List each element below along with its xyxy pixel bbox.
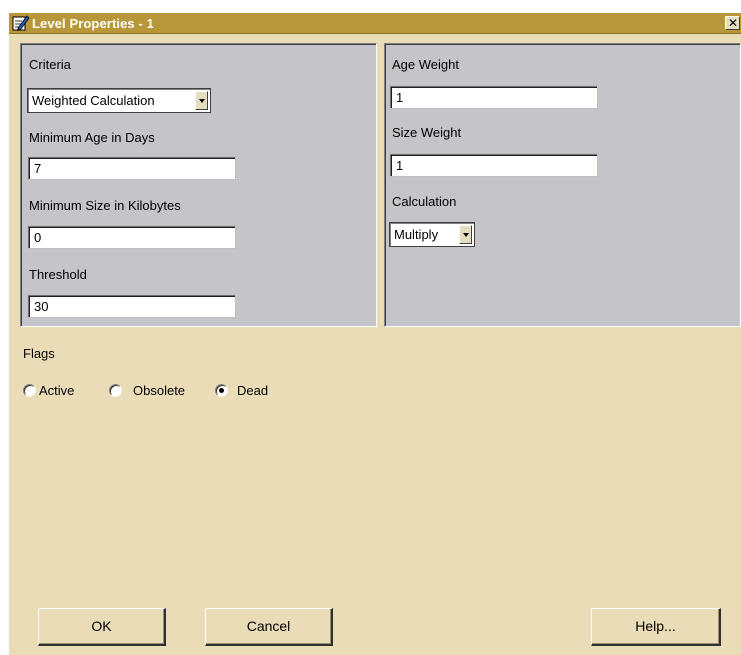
threshold-field[interactable]: 30 <box>27 294 236 318</box>
obsolete-radio[interactable] <box>109 384 122 397</box>
dead-label: Dead <box>237 383 269 398</box>
chevron-down-icon[interactable] <box>195 91 208 110</box>
ok-button[interactable]: OK <box>38 608 166 646</box>
age-weight-label: Age Weight <box>392 57 459 72</box>
min-size-label: Minimum Size in Kilobytes <box>29 198 181 213</box>
help-button[interactable]: Help... <box>591 608 721 646</box>
criteria-dropdown[interactable]: Weighted Calculation <box>27 88 211 113</box>
criteria-label: Criteria <box>29 57 71 72</box>
window-title: Level Properties - 1 <box>32 16 154 31</box>
flag-option-dead[interactable]: Dead <box>215 382 295 400</box>
close-button[interactable]: ✕ <box>725 16 740 30</box>
calculation-selected-value: Multiply <box>394 227 439 242</box>
threshold-label: Threshold <box>29 267 87 282</box>
active-label: Active <box>39 383 75 398</box>
dead-radio[interactable] <box>215 384 228 397</box>
active-radio[interactable] <box>23 384 36 397</box>
flags-label: Flags <box>23 346 55 361</box>
pencil-notepad-icon <box>12 14 30 32</box>
flag-option-obsolete[interactable]: Obsolete <box>109 382 209 400</box>
criteria-panel: Criteria Weighted Calculation Minimum Ag… <box>20 43 377 327</box>
cancel-button[interactable]: Cancel <box>205 608 333 646</box>
calculation-dropdown[interactable]: Multiply <box>389 222 475 247</box>
age-weight-field[interactable]: 1 <box>389 85 598 109</box>
obsolete-label: Obsolete <box>133 383 186 398</box>
min-age-label: Minimum Age in Days <box>29 130 155 145</box>
title-bar[interactable]: Level Properties - 1 ✕ <box>9 13 741 34</box>
min-age-field[interactable]: 7 <box>27 156 236 180</box>
flag-option-active[interactable]: Active <box>23 382 103 400</box>
weights-panel: Age Weight 1 Size Weight 1 Calculation M… <box>384 43 741 327</box>
size-weight-field[interactable]: 1 <box>389 153 598 177</box>
chevron-down-icon[interactable] <box>459 225 472 244</box>
min-size-field[interactable]: 0 <box>27 225 236 249</box>
level-properties-dialog: Level Properties - 1 ✕ Criteria Weighted… <box>9 13 741 655</box>
size-weight-label: Size Weight <box>392 125 462 140</box>
close-icon: ✕ <box>728 16 739 30</box>
calculation-label: Calculation <box>392 194 457 209</box>
criteria-selected-value: Weighted Calculation <box>32 93 155 108</box>
